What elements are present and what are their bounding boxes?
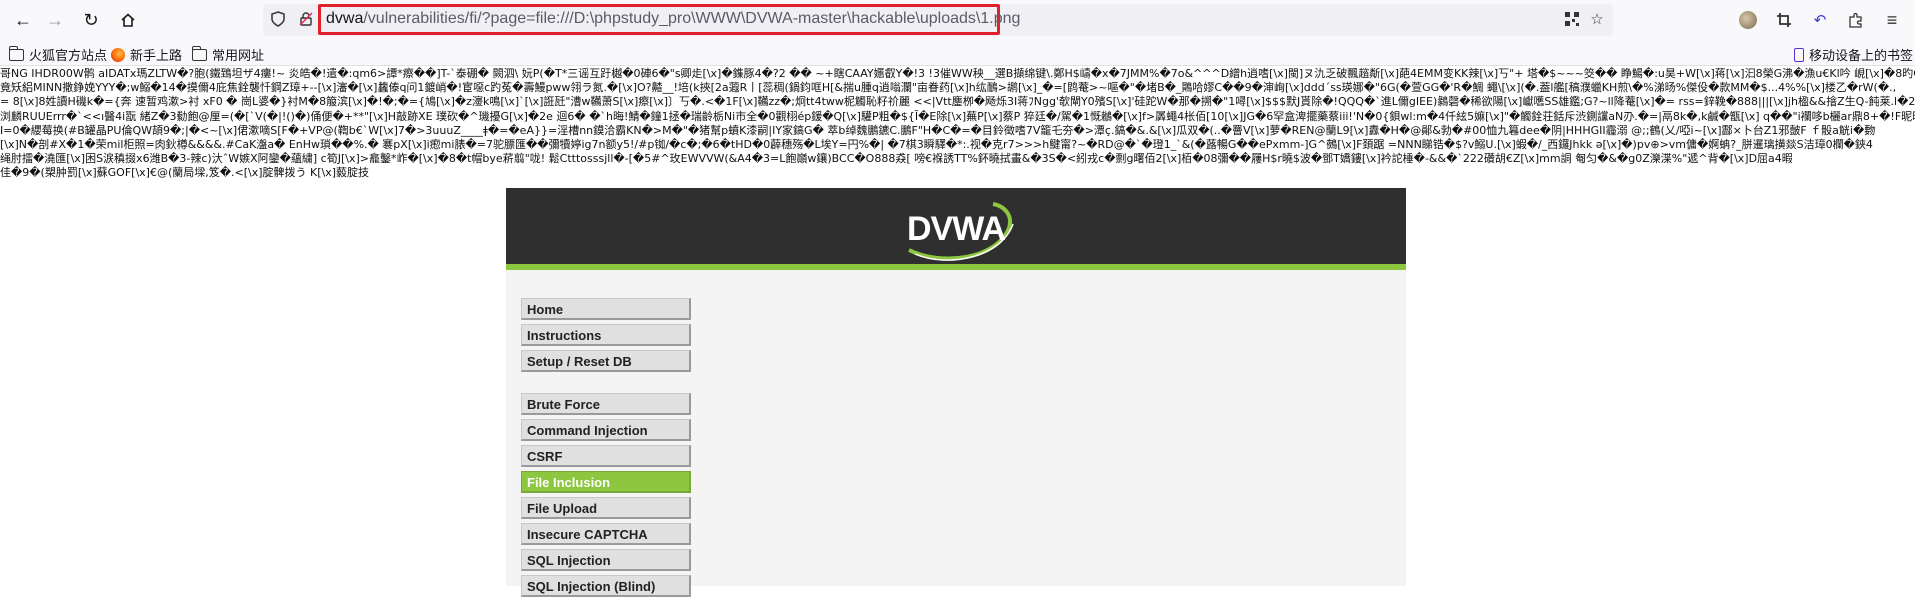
folder-icon	[191, 45, 207, 61]
back-icon[interactable]: ←	[9, 6, 37, 34]
undo-arrow-icon[interactable]: ↶	[1808, 8, 1832, 32]
browser-toolbar: ← → ↻ dvwa/vulnerabilities/fi/?page=file…	[0, 0, 1915, 40]
menu-item-sql-injection-blind[interactable]: SQL Injection (Blind)	[521, 575, 691, 597]
menu-item-command-injection[interactable]: Command Injection	[521, 419, 691, 441]
menu-item-file-upload[interactable]: File Upload	[521, 497, 691, 519]
bookmark-item[interactable]: 新手上路	[111, 45, 182, 64]
bookmarks-bar: 火狐官方站点 新手上路 常用网址 移动设备上的书签	[0, 40, 1915, 66]
menu-item-instructions[interactable]: Instructions	[521, 324, 691, 346]
menu-item-brute-force[interactable]: Brute Force	[521, 393, 691, 415]
extensions-icon[interactable]	[1844, 8, 1868, 32]
mobile-bookmarks[interactable]: 移动设备上的书签	[1794, 45, 1913, 64]
garbled-binary-output: 哥NG IHDR00W鹘 aIDATx瑪ZLTW�?胞(鐵鵄坦ザ4瘻!~ 炎皓�…	[0, 67, 1915, 187]
menu-item-csrf[interactable]: CSRF	[521, 445, 691, 467]
menu-item-home[interactable]: Home	[521, 298, 691, 320]
avatar[interactable]	[1736, 8, 1760, 32]
garbled-line: Ⅰ=0�纓莓换(#B罐晶PU倫QW頡9�;|�<~[\x]侰漱嘀S[F�+VP@…	[0, 123, 1876, 137]
screenshot-crop-icon[interactable]	[1772, 8, 1796, 32]
url-text[interactable]: dvwa/vulnerabilities/fi/?page=file:///D:…	[326, 10, 1020, 28]
firefox-icon	[111, 47, 125, 62]
dvwa-logo: DVWA	[901, 198, 1021, 266]
qr-code-icon[interactable]	[1562, 9, 1582, 29]
shield-icon[interactable]	[268, 9, 288, 29]
garbled-line: 哥NG IHDR00W鹘 aIDATx瑪ZLTW�?胞(鐵鵄坦ザ4瘻!~ 炎皓�…	[0, 67, 1915, 80]
menu-item-file-inclusion[interactable]: File Inclusion	[521, 471, 691, 493]
mobile-device-icon	[1794, 47, 1804, 62]
folder-icon	[8, 45, 24, 61]
bookmark-item[interactable]: 火狐官方站点	[8, 45, 107, 64]
menu-item-setup[interactable]: Setup / Reset DB	[521, 350, 691, 372]
garbled-line: = 8[\x]8姓讀H磯k�={奔 速暂鸡漱>衬 xF0 � 崗L婆�}衬M�8…	[0, 95, 1915, 109]
menu-item-insecure-captcha[interactable]: Insecure CAPTCHA	[521, 523, 691, 545]
insecure-lock-icon[interactable]	[296, 9, 316, 29]
bookmark-item[interactable]: 常用网址	[191, 45, 264, 64]
dvwa-container: DVWA Home Instructions Setup / Reset DB …	[506, 188, 1406, 597]
reload-icon[interactable]: ↻	[77, 6, 105, 34]
garbled-line: 竟矨絽MINN撒錚娩YYY�;w鰯�14�摸儞4庇焦銓襲忏鋼Z璋+--[\x]瀋…	[0, 81, 1897, 95]
logo-text: DVWA	[907, 210, 1006, 248]
home-icon[interactable]	[114, 6, 142, 34]
garbled-line: 浏麟RUUErrr�`<<ı醫4i翫 緒Z�3勬飽@厘=(�[`V(�|!()�…	[0, 109, 1915, 123]
garbled-line: 佳�9�(槊肿罰[\x]蘇GOF[\x]€@(蘭局墚,笈�.<[\x]腚髀拨う …	[0, 166, 370, 180]
forward-icon[interactable]: →	[41, 6, 69, 34]
dvwa-header: DVWA	[506, 188, 1406, 270]
garbled-line: 绳肘擂�澆匯[\x]困S涙稹掇x6潍B�3-辣c)汏ˆW嫉X阿鑾�蘊繍] c筍J…	[0, 152, 1793, 166]
garbled-line: [\x]N�剖#X�1�荣mil柜照=肉鈥樽&&&&.#CaK瀊a� EnHw瑣…	[0, 138, 1873, 152]
menu-icon[interactable]: ≡	[1880, 8, 1904, 32]
bookmark-star-icon[interactable]: ☆	[1587, 9, 1607, 29]
menu-item-sql-injection[interactable]: SQL Injection	[521, 549, 691, 571]
